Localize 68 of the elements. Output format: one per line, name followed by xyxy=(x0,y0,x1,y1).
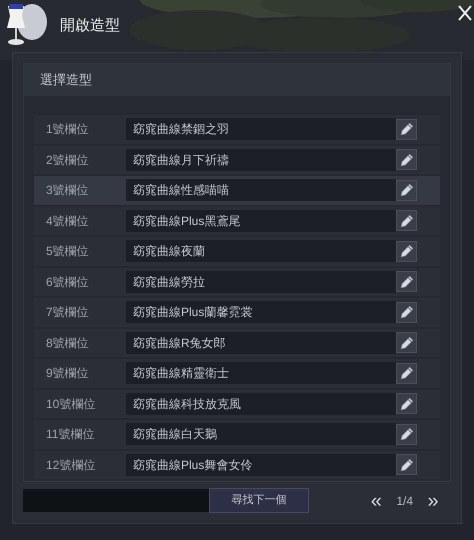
edit-button[interactable] xyxy=(396,118,417,140)
slot-name-field[interactable]: 窈窕曲線月下祈禱 xyxy=(126,148,396,171)
slot-label: 4號欄位 xyxy=(45,212,90,230)
slot-label: 9號欄位 xyxy=(45,365,90,382)
find-next-button[interactable]: 尋找下一個 xyxy=(209,488,309,513)
slot-row[interactable]: 5號欄位 窈窕曲線夜蘭 xyxy=(34,237,440,266)
slot-label: 5號欄位 xyxy=(45,243,90,260)
slot-label: 8號欄位 xyxy=(45,334,90,352)
pencil-icon xyxy=(400,274,414,289)
edit-button[interactable] xyxy=(396,240,417,262)
slot-label: 10號欄位 xyxy=(45,396,96,413)
close-icon xyxy=(458,5,472,21)
pencil-icon xyxy=(400,183,414,198)
pencil-icon xyxy=(400,244,414,258)
slot-label: 12號欄位 xyxy=(45,456,96,474)
previous-page-button[interactable]: « xyxy=(366,490,386,510)
slot-row[interactable]: 9號欄位 窈窕曲線精靈衛士 xyxy=(34,359,440,388)
slot-name-field[interactable]: 窈窕曲線Plus舞會女伶 xyxy=(126,454,396,476)
slot-name-field[interactable]: 窈窕曲線勞拉 xyxy=(126,270,396,293)
pencil-icon xyxy=(400,214,414,228)
pencil-icon xyxy=(400,152,414,167)
pencil-icon xyxy=(400,122,414,136)
slot-label: 6號欄位 xyxy=(45,274,90,291)
edit-button[interactable] xyxy=(396,271,417,292)
slot-name-field[interactable]: 窈窕曲線精靈衛士 xyxy=(126,362,396,384)
slot-row[interactable]: 1號欄位 窈窕曲線禁錮之羽 xyxy=(34,115,440,144)
edit-button[interactable] xyxy=(396,393,417,414)
slot-name-field[interactable]: 窈窕曲線性感喵喵 xyxy=(126,179,396,202)
slot-row[interactable]: 7號欄位 窈窕曲線Plus蘭馨霓裳 xyxy=(34,298,440,326)
slot-row[interactable]: 8號欄位 窈窕曲線R兔女郎 xyxy=(34,328,440,357)
slot-name-field[interactable]: 窈窕曲線白天鵝 xyxy=(126,423,396,446)
pencil-icon xyxy=(400,336,414,350)
slot-row[interactable]: 4號欄位 窈窕曲線Plus黑鳶尾 xyxy=(34,206,440,235)
slot-name-field[interactable]: 窈窕曲線科技放克風 xyxy=(126,392,396,415)
pencil-icon xyxy=(400,458,414,472)
edit-button[interactable] xyxy=(396,454,417,476)
section-title: 選擇造型 xyxy=(40,71,92,90)
slot-row[interactable]: 6號欄位 窈窕曲線勞拉 xyxy=(34,268,440,296)
slot-name-field[interactable]: 窈窕曲線夜蘭 xyxy=(126,240,396,262)
pencil-icon xyxy=(400,366,414,380)
slot-row[interactable]: 11號欄位 窈窕曲線白天鵝 xyxy=(34,420,440,448)
slot-label: 3號欄位 xyxy=(45,182,90,200)
next-page-button[interactable]: » xyxy=(423,490,443,510)
slot-row[interactable]: 12號欄位 窈窕曲線Plus舞會女伶 xyxy=(34,450,440,479)
slot-label: 2號欄位 xyxy=(45,152,90,169)
slot-name-field[interactable]: 窈窕曲線Plus蘭馨霓裳 xyxy=(126,301,396,324)
slot-label: 1號欄位 xyxy=(45,121,90,138)
edit-button[interactable] xyxy=(396,302,417,323)
slot-label: 11號欄位 xyxy=(45,426,96,444)
slot-label: 7號欄位 xyxy=(45,304,90,322)
edit-button[interactable] xyxy=(396,180,417,201)
window-title: 開啟造型 xyxy=(60,16,120,36)
pencil-icon xyxy=(400,396,414,411)
slot-row[interactable]: 10號欄位 窈窕曲線科技放克風 xyxy=(34,390,440,418)
slot-name-field[interactable]: 窈窕曲線Plus黑鳶尾 xyxy=(126,210,396,232)
slot-row[interactable]: 3號欄位 窈窕曲線性感喵喵 xyxy=(34,176,440,204)
search-field[interactable] xyxy=(23,489,209,512)
page-indicator: 1/4 xyxy=(396,492,413,510)
edit-button[interactable] xyxy=(396,210,417,232)
slot-name-field[interactable]: 窈窕曲線R兔女郎 xyxy=(126,332,396,354)
slot-row[interactable]: 2號欄位 窈窕曲線月下祈禱 xyxy=(34,146,440,174)
pencil-icon xyxy=(400,305,414,320)
pencil-icon xyxy=(400,427,414,442)
slot-name-field[interactable]: 窈窕曲線禁錮之羽 xyxy=(126,118,396,140)
edit-button[interactable] xyxy=(396,149,417,170)
edit-button[interactable] xyxy=(396,424,417,445)
edit-button[interactable] xyxy=(396,362,417,384)
edit-button[interactable] xyxy=(396,332,417,354)
